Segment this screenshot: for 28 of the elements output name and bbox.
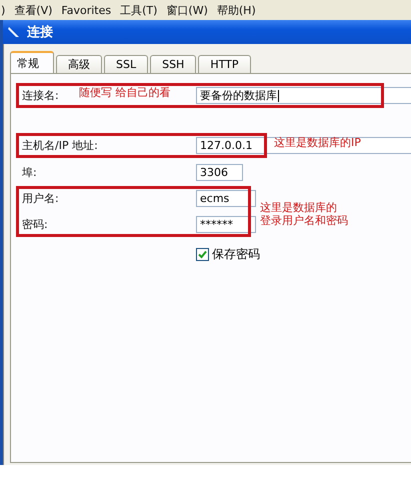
tab[interactable]: 高级 bbox=[56, 55, 102, 73]
menu-item[interactable]: 工具(T) bbox=[120, 2, 158, 18]
field-label: 密码: bbox=[22, 217, 48, 232]
menu-item[interactable]: ) bbox=[1, 4, 6, 16]
checkbox-label: 保存密码 bbox=[212, 246, 260, 263]
field-label: 埠: bbox=[22, 165, 37, 180]
input-field[interactable]: 要备份的数据库 bbox=[196, 87, 411, 104]
tab[interactable]: SSL bbox=[104, 55, 148, 73]
menu-item[interactable]: 窗口(W) bbox=[166, 2, 208, 18]
menu-item[interactable]: 帮助(H) bbox=[216, 2, 256, 18]
annotation-note: 随便写 给自己的看 bbox=[79, 86, 170, 99]
annotation-note: 登录用户名和密码 bbox=[260, 214, 348, 227]
checkbox[interactable] bbox=[196, 248, 209, 261]
annotation-note: 这里是数据库的 bbox=[260, 201, 337, 214]
slash-icon bbox=[7, 25, 21, 39]
tab[interactable]: SSH bbox=[150, 55, 196, 73]
annotation-note: 这里是数据库的IP bbox=[274, 136, 361, 149]
input-field[interactable]: ****** bbox=[196, 216, 256, 233]
menu-item[interactable]: Favorites bbox=[61, 4, 112, 16]
field-label: 连接名: bbox=[22, 88, 59, 103]
window-title: 连接 bbox=[27, 24, 53, 41]
input-field[interactable]: 3306 bbox=[196, 164, 243, 181]
tab[interactable]: HTTP bbox=[198, 55, 250, 73]
tab[interactable]: 常规 bbox=[10, 51, 54, 73]
field-label: 主机名/IP 地址: bbox=[22, 138, 98, 153]
input-field[interactable]: ecms bbox=[196, 190, 256, 207]
field-label: 用户名: bbox=[22, 191, 59, 206]
menu-item[interactable]: 查看(V) bbox=[14, 2, 52, 18]
